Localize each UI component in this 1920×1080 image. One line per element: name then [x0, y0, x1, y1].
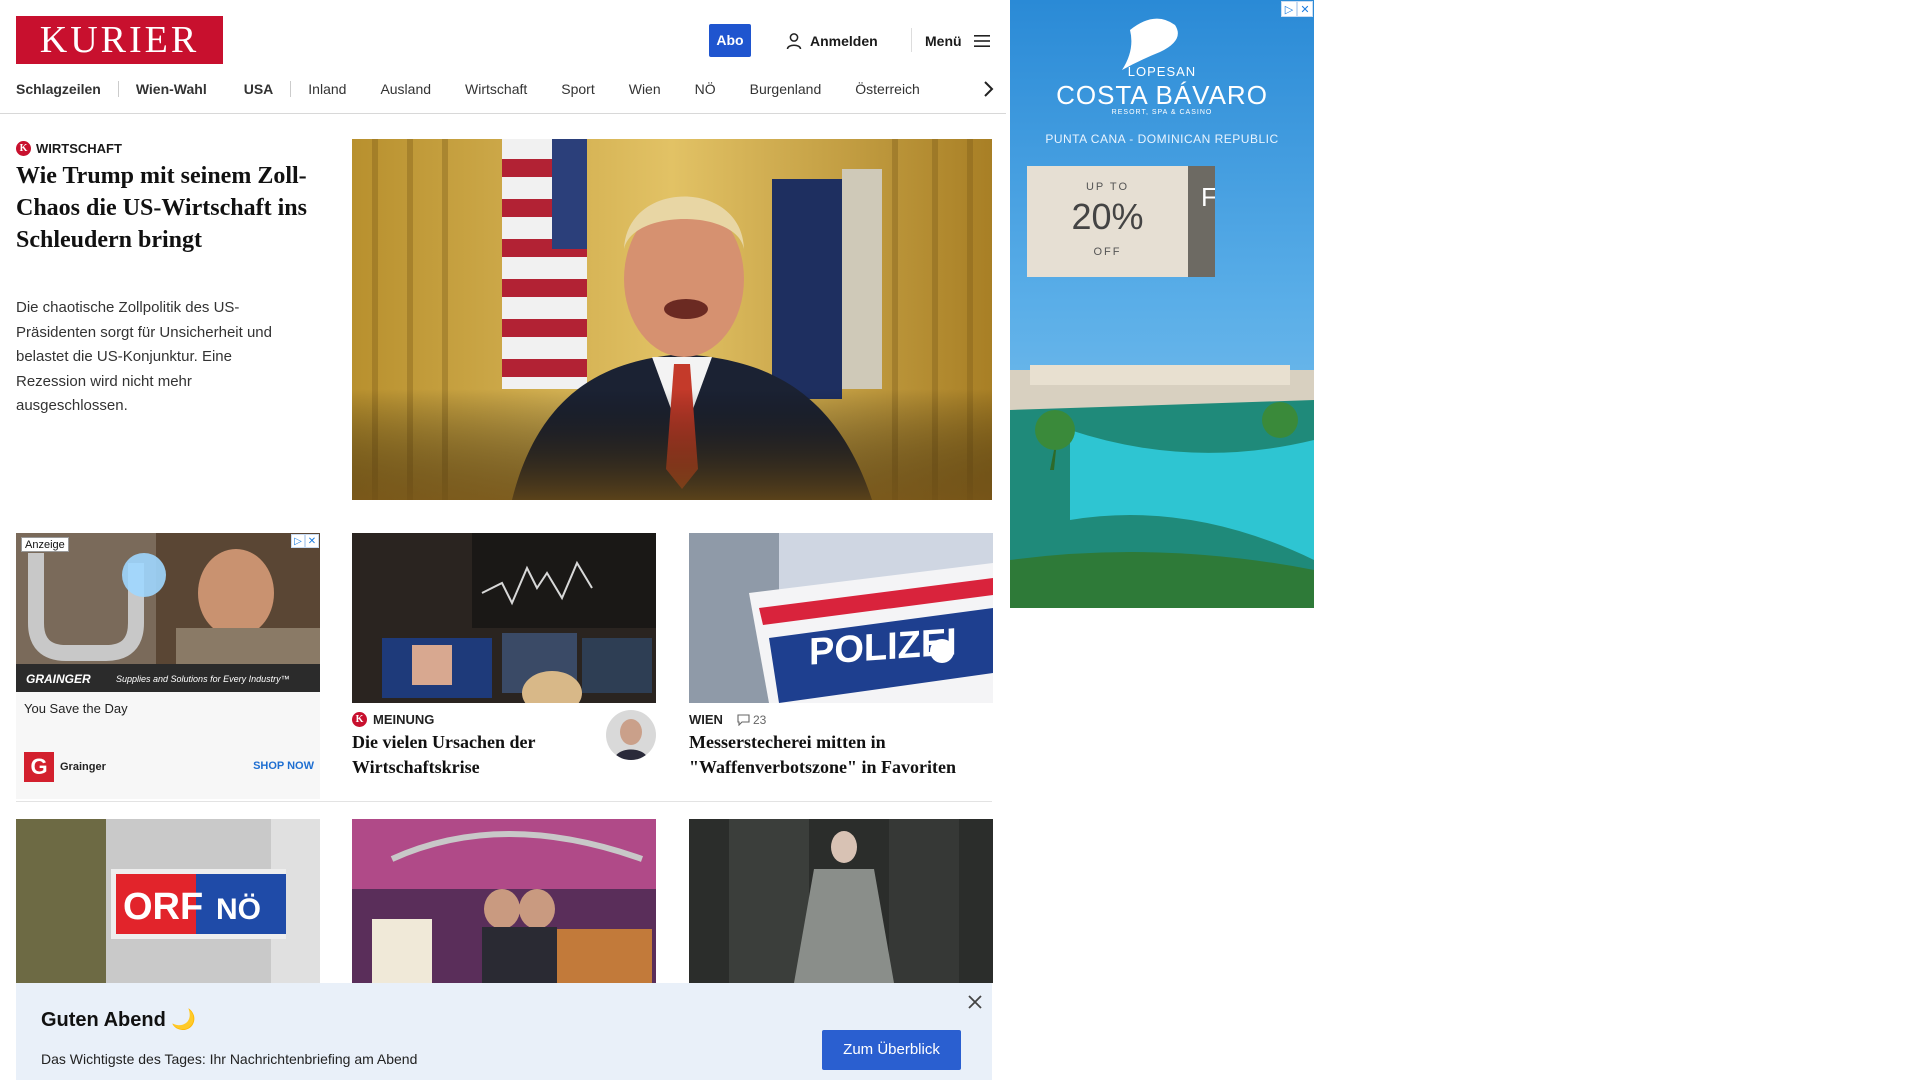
- close-icon[interactable]: ✕: [1297, 1, 1313, 17]
- hero-photo: [352, 139, 992, 500]
- ad-photo: GRAINGER Supplies and Solutions for Ever…: [16, 533, 320, 692]
- ad-brand-small: LOPESAN: [1127, 64, 1197, 79]
- article-meta: K Meinung: [352, 712, 434, 727]
- article-meta: Wien 23: [689, 712, 766, 727]
- advertiser-name: Grainger: [60, 761, 106, 773]
- article-title[interactable]: Messerstecherei mitten in "Waffenverbots…: [689, 730, 993, 780]
- author-avatar[interactable]: [606, 710, 656, 760]
- nav-item-sport[interactable]: Sport: [561, 81, 594, 97]
- kurier-badge-icon: K: [352, 712, 367, 727]
- hero-image[interactable]: [352, 139, 992, 500]
- ad-controls: ▷ ✕: [291, 534, 319, 548]
- ad-region: PUNTA CANA - DOMINICAN REPUBLIC: [1045, 132, 1279, 146]
- hamburger-icon: [973, 35, 990, 47]
- nav-item-wien-wahl[interactable]: Wien-Wahl: [136, 81, 207, 97]
- kurier-badge-icon: K: [16, 141, 31, 156]
- menu-button[interactable]: Menü: [925, 30, 990, 52]
- article-image-stage[interactable]: [352, 819, 656, 983]
- police-car-photo: POLIZEI: [689, 533, 993, 703]
- hero-section-label: Wirtschaft: [36, 141, 122, 156]
- chevron-right-icon[interactable]: [978, 79, 998, 99]
- section-nav: Schlagzeilen Wien-Wahl USA Inland Auslan…: [16, 78, 920, 100]
- nav-item-wien[interactable]: Wien: [629, 81, 661, 97]
- side-display-ad[interactable]: ▷ ✕ LOPESAN COSTA BÁVARO RESORT, SPA & C…: [1010, 0, 1314, 608]
- user-icon: [786, 33, 802, 50]
- abo-button[interactable]: Abo: [709, 24, 751, 57]
- nav-item-inland[interactable]: Inland: [308, 81, 346, 97]
- offer-upto: UP TO: [1085, 181, 1130, 193]
- banner-text: Das Wichtigste des Tages: Ihr Nachrichte…: [41, 1051, 418, 1067]
- orf-text: ORF: [123, 886, 203, 928]
- article-section[interactable]: Meinung: [373, 712, 434, 727]
- section-divider: [16, 801, 992, 802]
- article-card-wien[interactable]: POLIZEI Wien 23 Messerstecherei mitten i…: [689, 533, 993, 783]
- close-icon[interactable]: ✕: [305, 534, 319, 548]
- comment-count-value: 23: [752, 712, 767, 727]
- nav-item-usa[interactable]: USA: [244, 81, 274, 97]
- ad-brand: COSTA BÁVARO: [1056, 80, 1268, 110]
- evening-briefing-banner: Guten Abend 🌙 Das Wichtigste des Tages: …: [16, 983, 992, 1080]
- article-section[interactable]: Wien: [689, 712, 723, 727]
- hero-headline[interactable]: Wie Trump mit seinem Zoll-Chaos die US-W…: [16, 160, 316, 256]
- article-image-orf[interactable]: ORF NÖ: [16, 819, 320, 983]
- grainger-logo: G: [24, 752, 54, 782]
- shop-now-link[interactable]: SHOP NOW: [253, 760, 314, 772]
- ad-brand-sub: RESORT, SPA & CASINO: [1111, 109, 1213, 116]
- offer-off: OFF: [1093, 246, 1122, 258]
- offer-percent: 20%: [1071, 196, 1144, 237]
- nav-item-ausland[interactable]: Ausland: [380, 81, 431, 97]
- nav-item-wirtschaft[interactable]: Wirtschaft: [465, 81, 527, 97]
- hero-teaser[interactable]: Die chaotische Zollpolitik des US-Präsid…: [16, 296, 306, 419]
- fashion-photo: [689, 819, 993, 983]
- nav-divider: [290, 81, 292, 97]
- menu-label: Menü: [925, 33, 962, 49]
- ad-image[interactable]: GRAINGER Supplies and Solutions for Ever…: [16, 533, 320, 692]
- comment-icon: [737, 713, 750, 726]
- svg-text:GRAINGER: GRAINGER: [26, 672, 91, 686]
- article-card-opinion[interactable]: K Meinung Die vielen Ursachen der Wirtsc…: [352, 533, 656, 783]
- stock-exchange-photo: [352, 533, 656, 703]
- article-image-fashion[interactable]: [689, 819, 993, 983]
- nav-divider: [117, 81, 119, 97]
- ad-controls: ▷ ✕: [1281, 1, 1313, 17]
- banner-title: Guten Abend 🌙: [41, 1009, 197, 1031]
- ad-advertiser[interactable]: G Grainger: [24, 752, 106, 782]
- close-icon[interactable]: [966, 993, 984, 1011]
- kurier-logo[interactable]: KURIER: [16, 16, 223, 64]
- ad-label: Anzeige: [21, 537, 69, 552]
- header-divider: [911, 28, 912, 52]
- adchoices-icon[interactable]: ▷: [291, 534, 305, 548]
- offer-side-text: FR $: [1201, 182, 1215, 212]
- article-title[interactable]: Die vielen Ursachen der Wirtschaftskrise: [352, 730, 602, 780]
- sponsored-ad-card[interactable]: GRAINGER Supplies and Solutions for Ever…: [16, 533, 320, 799]
- nav-item-schlagzeilen[interactable]: Schlagzeilen: [16, 81, 101, 97]
- ad-offer-box[interactable]: UP TO 20% OFF: [1027, 166, 1188, 277]
- stage-model-photo: [352, 819, 656, 983]
- orf-sub-text: NÖ: [216, 893, 261, 926]
- adchoices-icon[interactable]: ▷: [1281, 1, 1297, 17]
- author-photo: [606, 710, 656, 760]
- ad-headline[interactable]: You Save the Day: [24, 701, 128, 716]
- comment-count[interactable]: 23: [737, 713, 766, 727]
- orf-building-photo: ORF NÖ: [16, 819, 320, 983]
- article-image[interactable]: [352, 533, 656, 703]
- overview-button[interactable]: Zum Überblick: [822, 1030, 961, 1070]
- svg-text:Supplies and Solutions for Eve: Supplies and Solutions for Every Industr…: [116, 674, 290, 684]
- hero-section-tag[interactable]: K Wirtschaft: [16, 141, 122, 156]
- login-label: Anmelden: [810, 33, 878, 49]
- login-button[interactable]: Anmelden: [786, 30, 878, 52]
- ad-offer-side: FR $: [1188, 166, 1215, 277]
- article-image[interactable]: POLIZEI: [689, 533, 993, 703]
- nav-item-burgenland[interactable]: Burgenland: [750, 81, 822, 97]
- nav-item-noe[interactable]: NÖ: [695, 81, 716, 97]
- nav-item-oesterreich[interactable]: Österreich: [855, 81, 920, 97]
- site-header: KURIER Abo Anmelden Menü Schlagzeilen Wi…: [0, 0, 1006, 114]
